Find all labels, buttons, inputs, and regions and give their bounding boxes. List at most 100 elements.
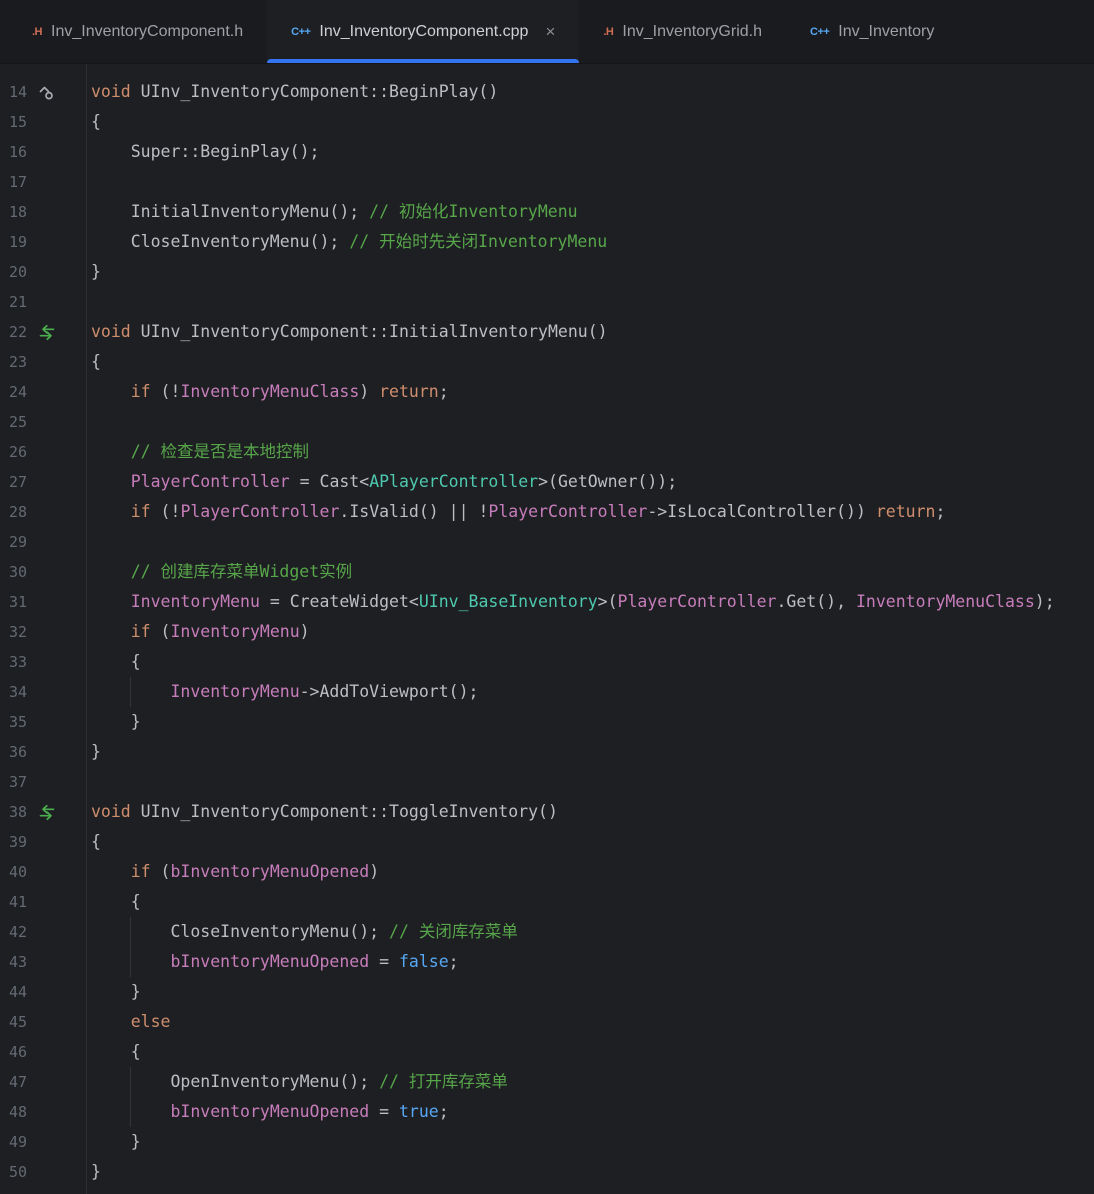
code-line[interactable]: 40 if (bInventoryMenuOpened) [0, 857, 1094, 887]
code-line[interactable]: 34 InventoryMenu->AddToViewport(); [0, 677, 1094, 707]
code-line[interactable]: 28 if (!PlayerController.IsValid() || !P… [0, 497, 1094, 527]
tab-inv-inventorycomponent-h[interactable]: .H Inv_InventoryComponent.h [8, 0, 267, 63]
code-token: } [91, 262, 101, 281]
cpp-file-icon: C++ [291, 25, 311, 38]
code-line[interactable]: 37 [0, 767, 1094, 797]
code-line[interactable]: 18 InitialInventoryMenu(); // 初始化Invento… [0, 197, 1094, 227]
code-line[interactable]: 43 bInventoryMenuOpened = false; [0, 947, 1094, 977]
code-text: { [86, 107, 1094, 137]
code-line[interactable]: 41 { [0, 887, 1094, 917]
line-number[interactable]: 24 [0, 377, 30, 407]
code-line[interactable]: 44 } [0, 977, 1094, 1007]
line-number[interactable]: 26 [0, 437, 30, 467]
tab-inv-inventorygrid-h[interactable]: .H Inv_InventoryGrid.h [579, 0, 786, 63]
hot-reload-icon[interactable] [37, 324, 57, 341]
line-number[interactable]: 34 [0, 677, 30, 707]
gutter-cell [30, 1007, 86, 1037]
gutter-cell [30, 797, 86, 827]
line-number[interactable]: 36 [0, 737, 30, 767]
line-number[interactable]: 32 [0, 617, 30, 647]
code-line[interactable]: 24 if (!InventoryMenuClass) return; [0, 377, 1094, 407]
line-number[interactable]: 28 [0, 497, 30, 527]
line-number[interactable]: 49 [0, 1127, 30, 1157]
line-number[interactable]: 18 [0, 197, 30, 227]
line-number[interactable]: 31 [0, 587, 30, 617]
line-number[interactable]: 37 [0, 767, 30, 797]
code-line[interactable]: 29 [0, 527, 1094, 557]
line-number[interactable]: 25 [0, 407, 30, 437]
code-text: InitialInventoryMenu(); // 初始化InventoryM… [86, 197, 1094, 227]
code-line[interactable]: 48 bInventoryMenuOpened = true; [0, 1097, 1094, 1127]
code-editor-window: .H Inv_InventoryComponent.h C++ Inv_Invento… [0, 0, 1094, 1194]
code-line[interactable]: 19 CloseInventoryMenu(); // 开始时先关闭Invent… [0, 227, 1094, 257]
code-line[interactable]: 23 { [0, 347, 1094, 377]
code-text: // 检查是否是本地控制 [86, 437, 1094, 467]
line-number[interactable]: 19 [0, 227, 30, 257]
code-line[interactable]: 32 if (InventoryMenu) [0, 617, 1094, 647]
line-number[interactable]: 42 [0, 917, 30, 947]
code-line[interactable]: 21 [0, 287, 1094, 317]
line-number[interactable]: 44 [0, 977, 30, 1007]
gutter-cell [30, 557, 86, 587]
tab-inv-inventory[interactable]: C++ Inv_Inventory [786, 0, 958, 63]
line-number[interactable]: 30 [0, 557, 30, 587]
line-number[interactable]: 14 [0, 77, 30, 107]
code-token: = [369, 1102, 399, 1121]
code-token: // 打开库存菜单 [379, 1072, 508, 1091]
line-number[interactable]: 15 [0, 107, 30, 137]
code-line[interactable]: 30 // 创建库存菜单Widget实例 [0, 557, 1094, 587]
line-number[interactable]: 43 [0, 947, 30, 977]
line-number[interactable]: 46 [0, 1037, 30, 1067]
line-number[interactable]: 22 [0, 317, 30, 347]
close-tab-icon[interactable]: × [545, 23, 555, 40]
code-line[interactable]: 22 void UInv_InventoryComponent::Initial… [0, 317, 1094, 347]
hot-reload-icon[interactable] [37, 804, 57, 821]
indent-guide [130, 677, 131, 707]
code-line[interactable]: 14 void UInv_InventoryComponent::BeginPl… [0, 77, 1094, 107]
line-number[interactable]: 38 [0, 797, 30, 827]
code-line[interactable]: 16 Super::BeginPlay(); [0, 137, 1094, 167]
code-line[interactable]: 25 [0, 407, 1094, 437]
code-line[interactable]: 46 { [0, 1037, 1094, 1067]
line-number[interactable]: 21 [0, 287, 30, 317]
code-line[interactable]: 45 else [0, 1007, 1094, 1037]
line-number[interactable]: 27 [0, 467, 30, 497]
code-token: if [130, 622, 151, 641]
code-line[interactable]: 17 [0, 167, 1094, 197]
line-number[interactable]: 45 [0, 1007, 30, 1037]
code-line[interactable]: 36} [0, 737, 1094, 767]
line-number[interactable]: 23 [0, 347, 30, 377]
code-token: ) [369, 862, 380, 881]
line-number[interactable]: 40 [0, 857, 30, 887]
line-number[interactable]: 29 [0, 527, 30, 557]
line-number[interactable]: 17 [0, 167, 30, 197]
code-line[interactable]: 33 { [0, 647, 1094, 677]
line-number[interactable]: 33 [0, 647, 30, 677]
line-number[interactable]: 48 [0, 1097, 30, 1127]
code-line[interactable]: 49 } [0, 1127, 1094, 1157]
gutter-cell [30, 347, 86, 377]
code-token: (! [150, 502, 181, 521]
code-line[interactable]: 38 void UInv_InventoryComponent::ToggleI… [0, 797, 1094, 827]
code-line[interactable]: 35 } [0, 707, 1094, 737]
override-marker-icon[interactable] [37, 84, 56, 101]
code-line[interactable]: 20} [0, 257, 1094, 287]
code-line[interactable]: 26 // 检查是否是本地控制 [0, 437, 1094, 467]
line-number[interactable]: 20 [0, 257, 30, 287]
code-line[interactable]: 15 { [0, 107, 1094, 137]
code-line[interactable]: 50} [0, 1157, 1094, 1187]
code-line[interactable]: 47 OpenInventoryMenu(); // 打开库存菜单 [0, 1067, 1094, 1097]
editor: 14 void UInv_InventoryComponent::BeginPl… [0, 64, 1094, 1194]
line-number[interactable]: 47 [0, 1067, 30, 1097]
code-line[interactable]: 39 { [0, 827, 1094, 857]
line-number[interactable]: 39 [0, 827, 30, 857]
code-line[interactable]: 42 CloseInventoryMenu(); // 关闭库存菜单 [0, 917, 1094, 947]
line-number[interactable]: 50 [0, 1157, 30, 1187]
code-line[interactable]: 27 PlayerController = Cast<APlayerContro… [0, 467, 1094, 497]
line-number[interactable]: 41 [0, 887, 30, 917]
code-line[interactable]: 31 InventoryMenu = CreateWidget<UInv_Bas… [0, 587, 1094, 617]
line-number[interactable]: 16 [0, 137, 30, 167]
tab-inv-inventorycomponent-cpp[interactable]: C++ Inv_InventoryComponent.cpp × [267, 0, 580, 63]
line-number[interactable]: 35 [0, 707, 30, 737]
